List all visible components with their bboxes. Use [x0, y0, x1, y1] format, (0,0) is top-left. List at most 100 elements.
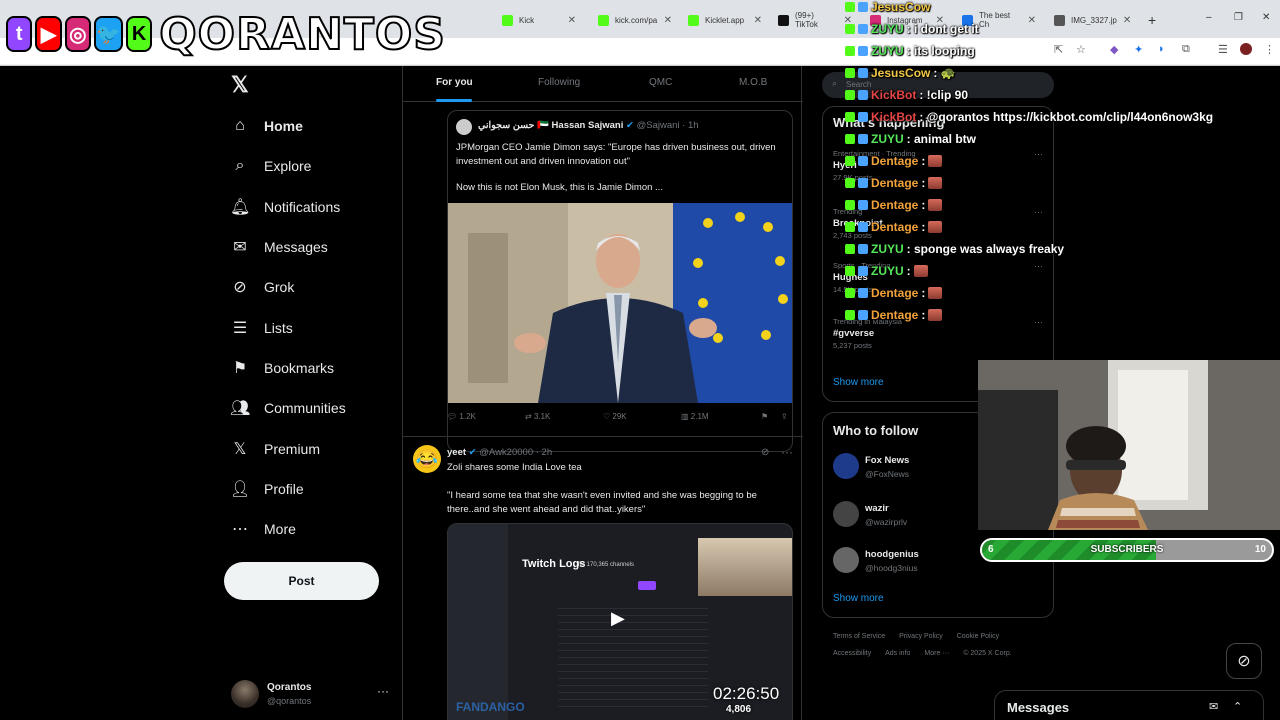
sidebar-item-explore[interactable]: ⌕ Explore — [230, 146, 400, 186]
footer-link[interactable]: Terms of Service — [833, 633, 885, 640]
post-button[interactable]: Post — [224, 562, 379, 600]
subscriber-badge-icon — [858, 156, 868, 166]
tweet-photo[interactable] — [448, 203, 792, 403]
chat-message: Dentage: — [845, 172, 943, 194]
chat-username[interactable]: Dentage — [871, 198, 918, 212]
tweet[interactable]: 😂 yeet ✔ @Awk20000 · 2h ⊘ ··· Zoli share… — [403, 436, 803, 720]
sidebar-item-communities[interactable]: 👥︎ Communities — [230, 388, 400, 428]
tweet-text: JPMorgan CEO Jamie Dimon says: "Europe h… — [456, 141, 786, 195]
footer-link[interactable]: Ads info — [885, 650, 910, 657]
avatar[interactable] — [833, 547, 859, 573]
browser-tab[interactable]: Kicklet.app ✕ — [680, 6, 770, 34]
close-window-button[interactable]: ✕ — [1262, 12, 1270, 23]
sidebar-item-messages[interactable]: ✉ Messages — [230, 227, 400, 267]
show-more-link[interactable]: Show more — [833, 377, 884, 388]
close-tab-icon[interactable]: ✕ — [664, 15, 672, 26]
chat-username[interactable]: Dentage — [871, 176, 918, 190]
tab-following[interactable]: Following — [538, 77, 580, 88]
sidebar-item-lists[interactable]: ☰ Lists — [230, 307, 400, 347]
chat-username[interactable]: JesusCow — [871, 66, 930, 80]
chat-username[interactable]: ZUYU — [871, 44, 904, 58]
brand-name: QORANTOS — [158, 8, 446, 61]
chat-username[interactable]: KickBot — [871, 110, 916, 124]
chat-username[interactable]: KickBot — [871, 88, 916, 102]
communities-icon: 👥︎ — [230, 400, 251, 418]
chat-message: Dentage: — [845, 304, 943, 326]
kick-badge-icon — [845, 222, 855, 232]
more-icon[interactable]: ··· — [377, 684, 389, 698]
chat-username[interactable]: ZUYU — [871, 22, 904, 36]
subscriber-badge-icon — [858, 24, 868, 34]
stream-counter: 4,806 — [726, 704, 752, 715]
reply-button[interactable]: 💬︎ 1.2K — [447, 412, 476, 421]
repost-button[interactable]: ⇄ 3.1K — [525, 412, 550, 421]
footer-link[interactable]: Cookie Policy — [957, 633, 999, 640]
footer-link[interactable]: More ··· — [924, 650, 949, 657]
author-handle[interactable]: @Awk20000 — [479, 447, 533, 458]
author-name[interactable]: Hassan Sajwani — [552, 120, 624, 131]
chat-username[interactable]: Dentage — [871, 154, 918, 168]
browser-tab[interactable]: kick.com/pa ✕ — [590, 6, 680, 34]
avatar[interactable] — [456, 119, 472, 135]
chat-username[interactable]: Dentage — [871, 308, 918, 322]
chat-text: : sponge was always freaky — [906, 242, 1065, 256]
quoted-tweet[interactable]: حسن سجواني 🇦🇪 Hassan Sajwani ✔ @Sajwani … — [447, 110, 793, 452]
bookmark-icon[interactable]: ⚑ — [761, 412, 768, 421]
sidebar-nav: ⌂ Home ⌕ Explore 🔔︎ Notifications ✉ Messages ⊘ Gr… — [230, 106, 400, 549]
subscriber-label: SUBSCRIBERS — [1090, 544, 1164, 555]
avatar[interactable] — [833, 501, 859, 527]
tab-for-you[interactable]: For you — [436, 77, 473, 88]
share-icon[interactable]: ⇪ — [781, 412, 788, 421]
tab-qmc[interactable]: QMC — [649, 77, 672, 88]
like-button[interactable]: ♡ 29K — [603, 412, 627, 421]
follow-name[interactable]: wazir — [865, 503, 889, 514]
sidebar-item-more[interactable]: ⋯ More — [230, 509, 400, 549]
show-more-link[interactable]: Show more — [833, 593, 884, 604]
verified-badge-icon: ✔ — [468, 447, 477, 458]
author-handle[interactable]: @Sajwani — [637, 120, 680, 131]
author-name[interactable]: yeet — [447, 447, 466, 458]
messages-drawer[interactable]: Messages ✉ ⌃ — [994, 690, 1264, 720]
views-button[interactable]: ▥ 2.1M — [681, 412, 709, 421]
play-icon[interactable]: ▶ — [611, 608, 633, 630]
chat-username[interactable]: ZUYU — [871, 132, 904, 146]
footer-link[interactable]: © 2025 X Corp. — [963, 650, 1011, 657]
footer-link[interactable]: Privacy Policy — [899, 633, 943, 640]
close-tab-icon[interactable]: ✕ — [754, 15, 762, 26]
follow-name[interactable]: hoodgenius — [865, 549, 919, 560]
twitter-icon: 🐦 — [94, 16, 123, 52]
chat-message: ZUYU: animal btw — [845, 128, 976, 150]
more-icon[interactable]: ··· — [781, 445, 793, 459]
chat-username[interactable]: ZUYU — [871, 242, 904, 256]
follow-name[interactable]: Fox News — [865, 455, 909, 466]
chevron-up-icon[interactable]: ⌃ — [1233, 700, 1242, 713]
sidebar-item-profile[interactable]: 👤︎ Profile — [230, 469, 400, 509]
kebab-menu-icon[interactable]: ⋮ — [1264, 43, 1275, 56]
account-switcher[interactable]: Qorantos @qorantos ··· — [231, 678, 391, 712]
log-lines — [558, 602, 708, 712]
sidebar-item-notifications[interactable]: 🔔︎ Notifications — [230, 187, 400, 227]
compose-message-icon[interactable]: ✉ — [1209, 700, 1218, 713]
grok-icon[interactable]: ⊘ — [761, 447, 769, 458]
chat-username[interactable]: ZUYU — [871, 264, 904, 278]
chat-text: : — [921, 176, 926, 190]
sidebar-item-home[interactable]: ⌂ Home — [230, 106, 400, 146]
sidebar-item-bookmarks[interactable]: ⚑ Bookmarks — [230, 348, 400, 388]
x-logo-icon[interactable]: 𝕏 — [231, 72, 249, 98]
grok-icon[interactable]: ⊘ — [1226, 643, 1262, 679]
tab-mob[interactable]: M.O.B — [739, 77, 767, 88]
subscriber-badge-icon — [858, 68, 868, 78]
footer-link[interactable]: Accessibility — [833, 650, 871, 657]
avatar[interactable] — [833, 453, 859, 479]
sidebar-item-grok[interactable]: ⊘ Grok — [230, 267, 400, 307]
chat-username[interactable]: Dentage — [871, 286, 918, 300]
tweet-text-line: JPMorgan CEO Jamie Dimon says: "Europe h… — [456, 142, 776, 167]
author-name-arabic[interactable]: حسن سجواني — [478, 120, 534, 131]
chat-username[interactable]: JesusCow — [871, 0, 930, 14]
sidebar-item-premium[interactable]: 𝕏 Premium — [230, 428, 400, 468]
bookmark-icon: ⚑ — [232, 359, 248, 377]
browser-tab[interactable]: Kick ✕ — [494, 6, 584, 34]
avatar[interactable]: 😂 — [413, 445, 441, 473]
close-tab-icon[interactable]: ✕ — [568, 15, 576, 26]
chat-username[interactable]: Dentage — [871, 220, 918, 234]
